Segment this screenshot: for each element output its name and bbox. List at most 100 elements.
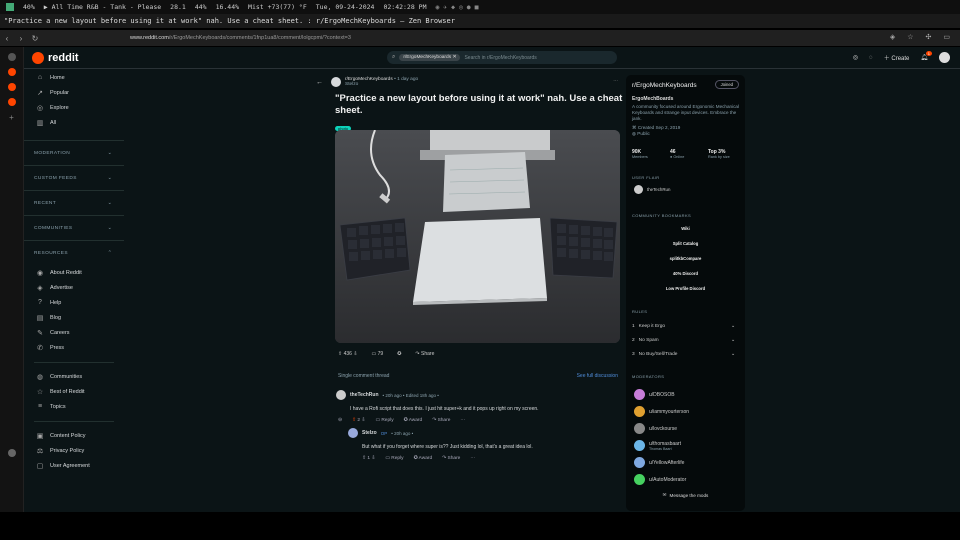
award-button[interactable]: ✪ Award: [404, 418, 423, 423]
share-button[interactable]: ↷ Share: [432, 418, 450, 423]
chat-icon[interactable]: ◌: [869, 55, 873, 61]
comment-author[interactable]: Stelzo: [362, 430, 377, 436]
section-resources[interactable]: RESOURCES ⌃: [24, 240, 124, 265]
more-options-icon[interactable]: ···: [470, 456, 475, 461]
section-communities[interactable]: COMMUNITIES ⌄: [24, 215, 124, 240]
moderator-item[interactable]: u/thomasbaart Thomas Baart: [634, 440, 681, 451]
reply-button[interactable]: ▭ Reply: [375, 418, 393, 423]
resource-item-careers[interactable]: ✎ Careers: [24, 325, 124, 340]
back-arrow-icon[interactable]: ←: [316, 79, 323, 86]
forward-icon[interactable]: ›: [14, 34, 28, 43]
comment-actions: ⇧ 1 ⇩ ▭ Reply ✪ Award ↷ Share ···: [362, 456, 618, 461]
add-tab-icon[interactable]: +: [0, 113, 23, 122]
sidebar-toggle-icon[interactable]: ▭: [943, 33, 950, 41]
extension-icon[interactable]: ✣: [926, 33, 932, 41]
downvote-icon[interactable]: ⇩: [353, 351, 357, 357]
share-button[interactable]: ↷ Share: [415, 351, 434, 357]
moderator-item[interactable]: u/YellowAfterlife: [634, 457, 684, 468]
shield-icon[interactable]: ◈: [890, 33, 895, 41]
user-avatar[interactable]: [939, 52, 950, 63]
comment-author[interactable]: theTechRun: [350, 392, 379, 398]
moderator-item[interactable]: u/DBOSOB: [634, 389, 675, 400]
subreddit-avatar[interactable]: [331, 77, 341, 87]
policy-item-content-policy[interactable]: ▣ Content Policy: [24, 428, 124, 443]
rule-item[interactable]: 1 Keep it Ergo ⌄: [632, 319, 739, 333]
downvote-icon[interactable]: ⇩: [371, 456, 375, 461]
reddit-tab-icon[interactable]: [7, 83, 16, 91]
advertise-icon[interactable]: ◎: [853, 54, 858, 61]
nav-item-communities[interactable]: ◍ Communities: [24, 369, 124, 384]
reddit-tab-icon[interactable]: [7, 68, 16, 76]
comments-button[interactable]: ▭ 79: [372, 351, 384, 357]
user-flair-name: theTechRun: [647, 187, 671, 192]
reddit-tab-icon[interactable]: [7, 98, 16, 106]
bookmark-button[interactable]: Split Catalog: [632, 238, 739, 249]
see-full-discussion-link[interactable]: See full discussion: [577, 373, 618, 379]
resource-item-blog[interactable]: ▤ Blog: [24, 310, 124, 325]
section-custom-feeds[interactable]: CUSTOM FEEDS ⌄: [24, 165, 124, 190]
nav-item-best-of-reddit[interactable]: ☆ Best of Reddit: [24, 384, 124, 399]
rule-item[interactable]: 2 No Spam ⌄: [632, 333, 739, 347]
sidebar-item-explore[interactable]: ◎ Explore: [24, 100, 124, 115]
post-author[interactable]: Stelzo: [345, 82, 418, 87]
settings-icon[interactable]: [8, 449, 16, 457]
moderator-item[interactable]: u/iammyourterson: [634, 406, 689, 417]
vote-control[interactable]: ⇧ 2 ⇩: [352, 418, 365, 423]
comment-text: But what if you forget where super is?? …: [362, 444, 533, 450]
workspace-icon[interactable]: [7, 53, 16, 61]
commenter-avatar[interactable]: [336, 390, 346, 400]
status-media[interactable]: ▶ All Time R&B - Tank - Please: [44, 3, 161, 11]
policy-item-privacy-policy[interactable]: ⚖ Privacy Policy: [24, 443, 124, 458]
post-image[interactable]: [335, 130, 620, 343]
upvote-icon[interactable]: ⇧: [352, 418, 356, 423]
upvote-icon[interactable]: ⇧: [362, 456, 366, 461]
workspace-indicator[interactable]: [6, 3, 14, 11]
more-options-icon[interactable]: ···: [613, 79, 618, 84]
commenter-avatar[interactable]: [348, 428, 358, 438]
reload-icon[interactable]: ↻: [28, 34, 42, 43]
vote-control[interactable]: ⇧ 1 ⇩: [362, 456, 375, 461]
policy-item-user-agreement[interactable]: ▢ User Agreement: [24, 458, 124, 473]
collapse-icon[interactable]: ⊖: [338, 418, 342, 423]
award-button[interactable]: ✪ Award: [414, 456, 433, 461]
award-icon[interactable]: ✪: [397, 351, 401, 357]
search-bar[interactable]: ⌕ r/ErgoMechKeyboards ✕ Search in r/Ergo…: [387, 51, 617, 64]
notifications-icon[interactable]: 🔔︎ 1: [920, 51, 932, 61]
nav-item-topics[interactable]: ≡ Topics: [24, 399, 124, 414]
reply-button[interactable]: ▭ Reply: [385, 456, 403, 461]
upvote-icon[interactable]: ⇧: [338, 351, 342, 357]
sidebar-item-popular[interactable]: ↗ Popular: [24, 85, 124, 100]
resource-item-advertise[interactable]: ◈ Advertise: [24, 280, 124, 295]
bookmark-star-icon[interactable]: ☆: [907, 33, 913, 41]
more-options-icon[interactable]: ···: [460, 418, 465, 423]
moderator-item[interactable]: u/AutoModerator: [634, 474, 686, 485]
search-input[interactable]: Search in r/ErgoMechKeyboards: [464, 55, 536, 61]
vote-control[interactable]: ⇧ 436 ⇩: [338, 351, 358, 357]
back-icon[interactable]: ‹: [0, 34, 14, 43]
create-button[interactable]: ＋ Create: [884, 53, 910, 62]
bookmark-button[interactable]: 40% Discord: [632, 268, 739, 279]
rule-item[interactable]: 3 No Buy/Sell/Trade ⌄: [632, 347, 739, 361]
bookmark-button[interactable]: Wiki: [632, 223, 739, 234]
message-mods-button[interactable]: ✉ Message the mods: [632, 489, 739, 501]
downvote-icon[interactable]: ⇩: [361, 418, 365, 423]
joined-button[interactable]: Joined: [714, 80, 739, 89]
share-button[interactable]: ↷ Share: [442, 456, 460, 461]
resource-item-press[interactable]: ✆ Press: [24, 340, 124, 355]
subreddit-scope-chip[interactable]: r/ErgoMechKeyboards ✕: [399, 54, 461, 61]
tray-icons[interactable]: ◉ ✈ ◆ ◎ ● ■: [436, 3, 479, 11]
advertise-icon: ◈: [37, 284, 43, 292]
section-moderation[interactable]: MODERATION ⌄: [24, 140, 124, 165]
resource-item-help[interactable]: ? Help: [24, 295, 124, 310]
section-recent[interactable]: RECENT ⌄: [24, 190, 124, 215]
reddit-logo[interactable]: reddit: [32, 52, 79, 64]
bookmark-button[interactable]: Low Profile Discord: [632, 283, 739, 294]
sidebar-item-all[interactable]: ▥ All: [24, 115, 124, 130]
url-bar[interactable]: www.reddit.com/r/ErgoMechKeyboards/comme…: [130, 35, 351, 41]
bookmark-button[interactable]: splitkbCompare: [632, 253, 739, 264]
user-flair[interactable]: theTechRun: [634, 185, 670, 194]
sidebar-item-home[interactable]: ⌂ Home: [24, 70, 124, 85]
moderator-item[interactable]: u/lovckourse: [634, 423, 677, 434]
sidebar-subreddit-name[interactable]: r/ErgoMechKeyboards: [632, 82, 697, 89]
resource-item-about-reddit[interactable]: ◉ About Reddit: [24, 265, 124, 280]
